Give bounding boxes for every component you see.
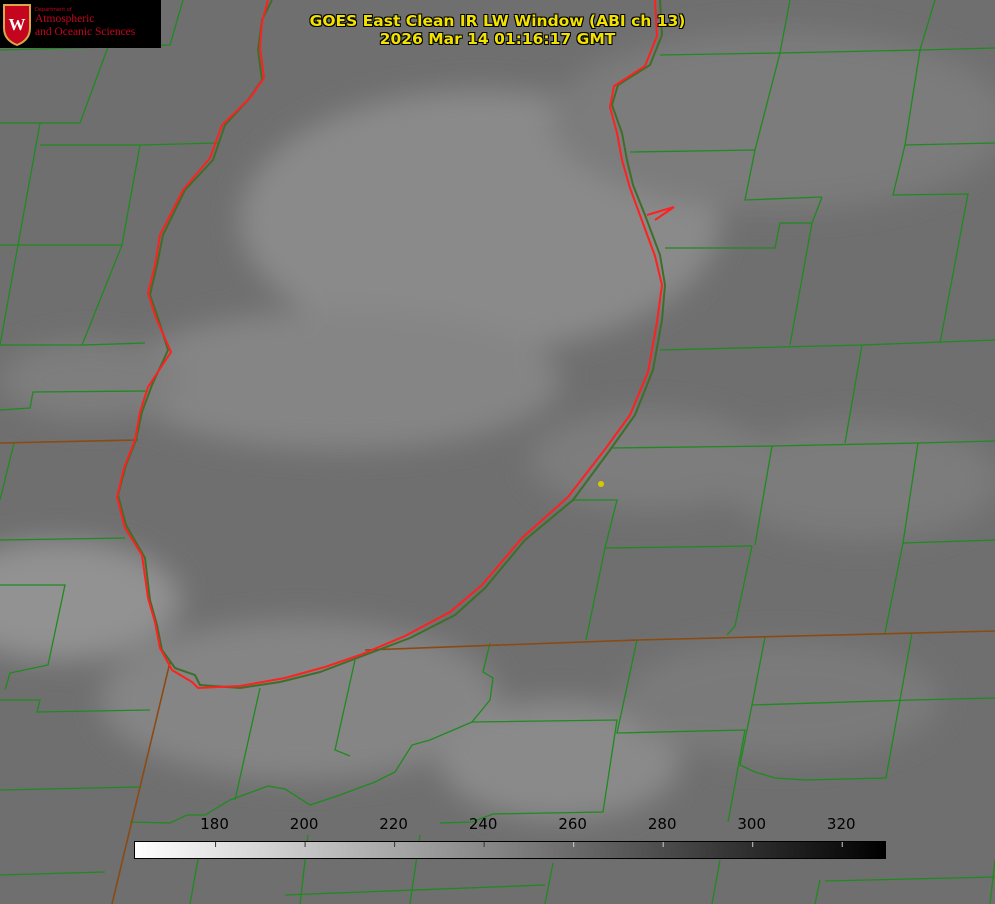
colorbar: [134, 841, 886, 859]
colorbar-tick-label: 180: [200, 815, 229, 833]
colorbar-tick-label: 200: [289, 815, 319, 833]
colorbar-tick-label: 220: [379, 815, 408, 833]
colorbar-tick-marks: [215, 842, 843, 847]
colorbar-tick-label: 260: [558, 815, 587, 833]
map-title: GOES East Clean IR LW Window (ABI ch 13): [309, 12, 686, 30]
location-dot-icon: [598, 481, 604, 487]
colorbar-tick-label: 320: [826, 815, 856, 833]
colorbar-tick-label: 300: [737, 815, 767, 833]
colorbar-tick-label: 280: [647, 815, 677, 833]
colorbar-tick-label: 240: [468, 815, 498, 833]
satellite-map: [0, 0, 995, 904]
map-timestamp: 2026 Mar 14 01:16:17 GMT: [379, 30, 616, 48]
